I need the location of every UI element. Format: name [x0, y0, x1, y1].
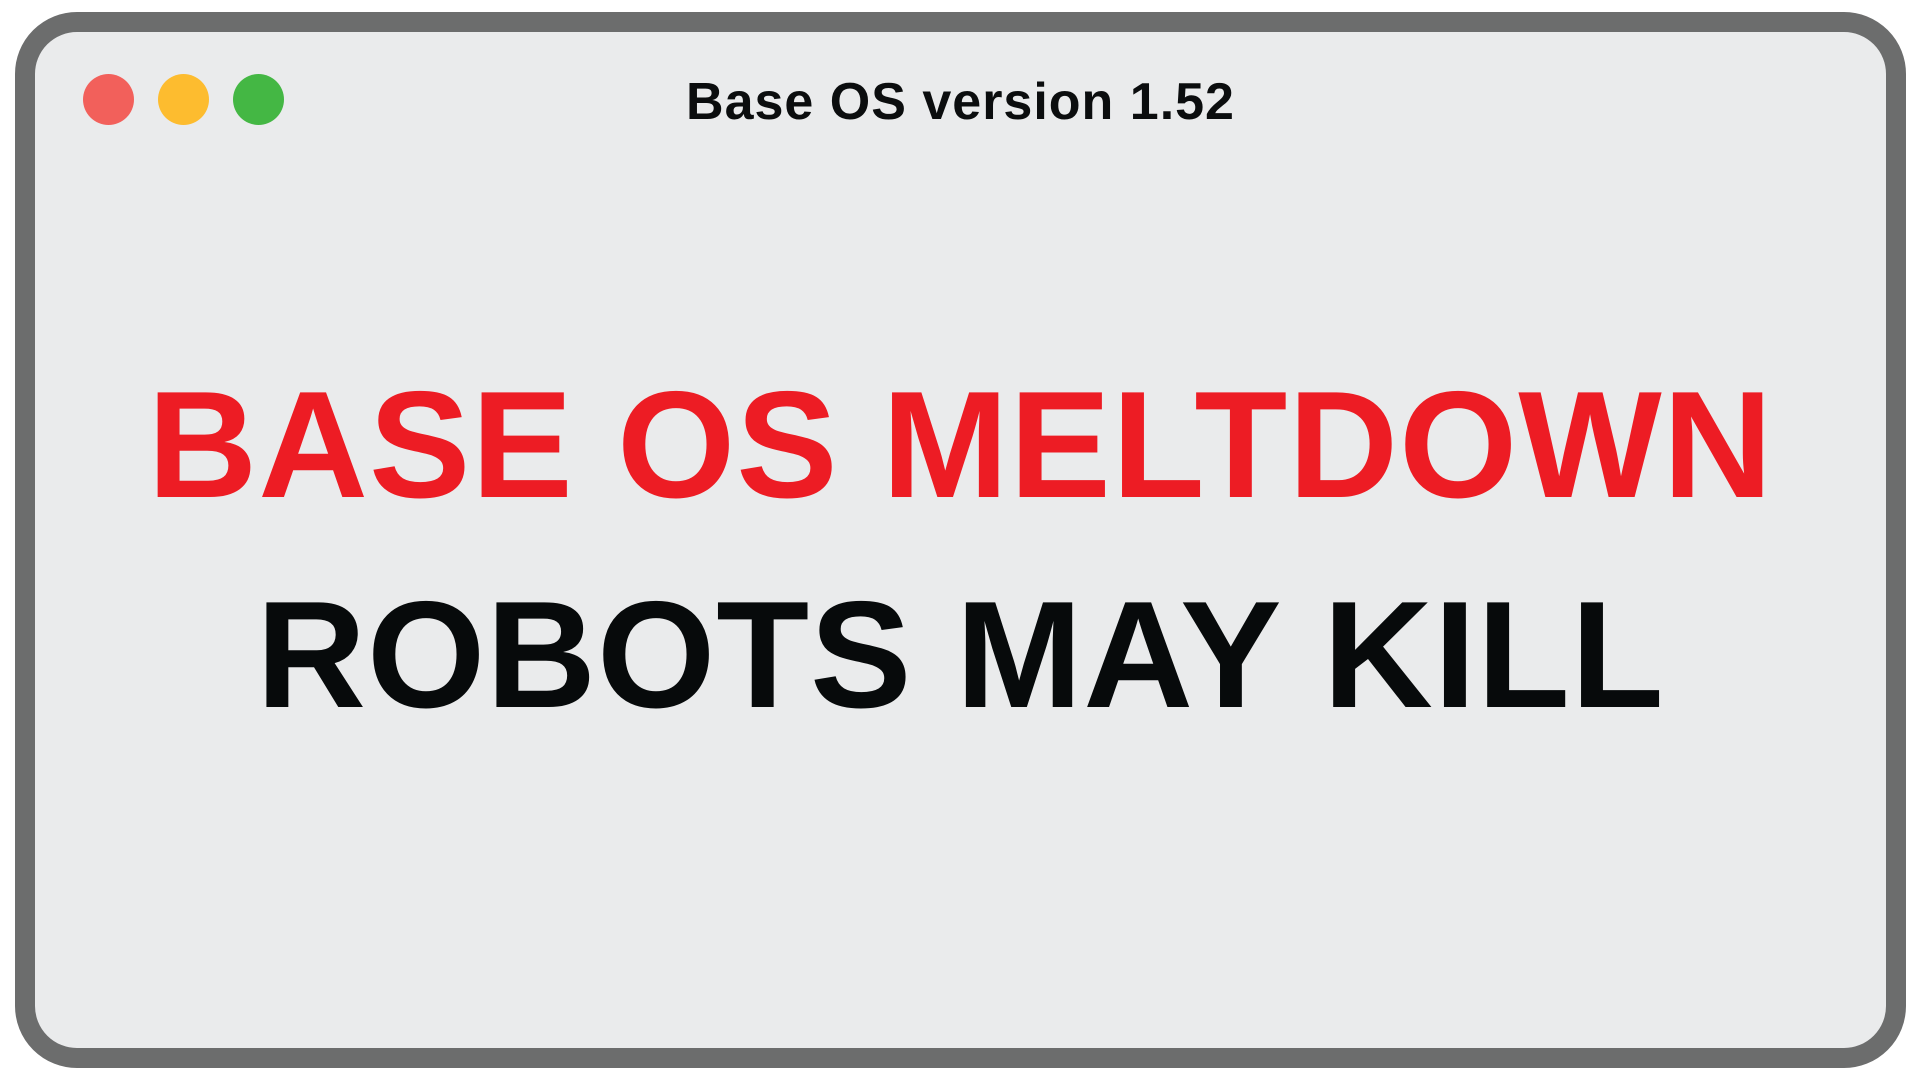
app-window: Base OS version 1.52 BASE OS MELTDOWN RO… — [15, 12, 1906, 1068]
message-area: BASE OS MELTDOWN ROBOTS MAY KILL — [35, 360, 1886, 740]
warning-subheadline: ROBOTS MAY KILL — [256, 570, 1665, 740]
alert-headline: BASE OS MELTDOWN — [147, 360, 1774, 530]
window-title: Base OS version 1.52 — [686, 73, 1235, 131]
